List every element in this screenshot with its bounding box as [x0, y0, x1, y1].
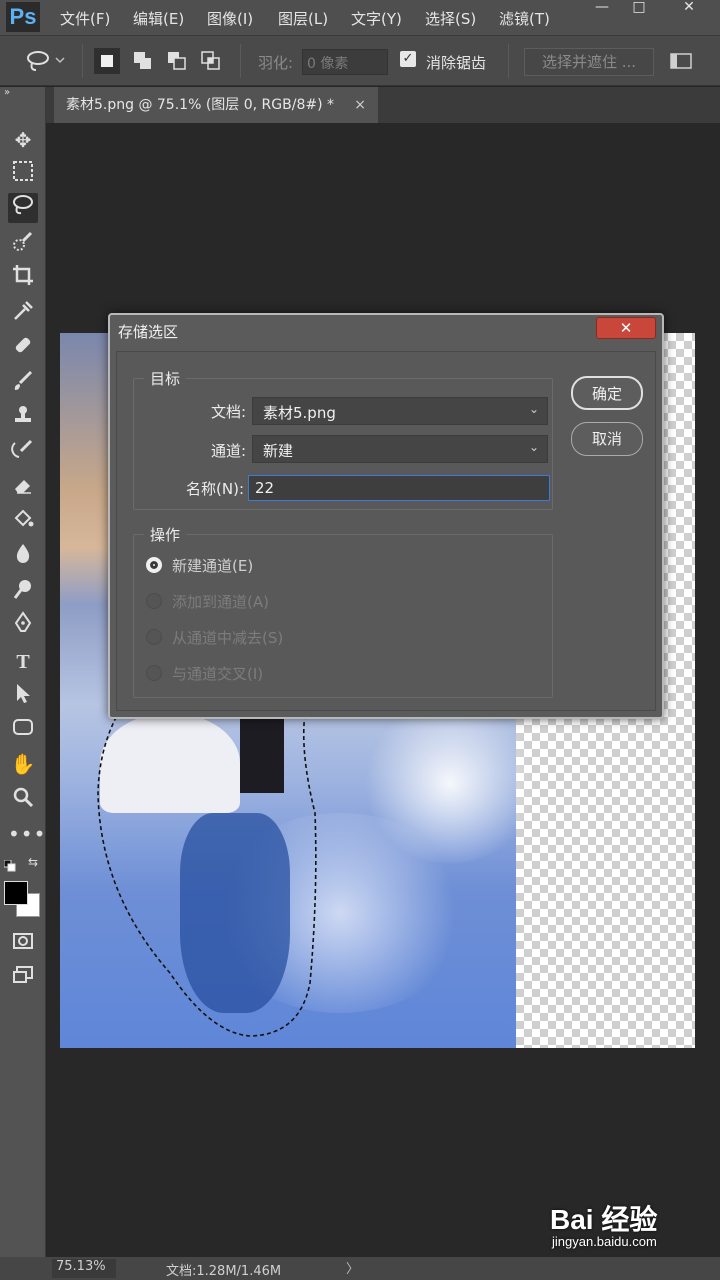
- new-selection-icon[interactable]: [94, 48, 120, 74]
- chevron-down-icon: ⌄: [528, 402, 539, 416]
- menu-select[interactable]: 选择(S): [425, 8, 476, 29]
- photoshop-logo: Ps: [6, 2, 40, 32]
- paint-bucket-tool-icon[interactable]: [8, 507, 38, 537]
- healing-brush-tool-icon[interactable]: [8, 333, 38, 363]
- channel-select[interactable]: 新建 ⌄: [252, 435, 548, 463]
- eyedropper-tool-icon[interactable]: [8, 299, 38, 329]
- channel-name-input[interactable]: 22: [248, 475, 550, 501]
- radio-label: 添加到通道(A): [172, 593, 269, 611]
- screen-mode-icon[interactable]: [8, 963, 38, 993]
- radio-intersect-with-channel[interactable]: 与通道交叉(I): [146, 663, 263, 684]
- brush-tool-icon[interactable]: [8, 369, 38, 399]
- document-size: 文档:1.28M/1.46M: [166, 1264, 282, 1279]
- document-tab-bar: 素材5.png @ 75.1% (图层 0, RGB/8#) * ×: [0, 87, 720, 123]
- radio-icon: [146, 665, 162, 681]
- watermark-logo: Bai 经验: [550, 1204, 658, 1235]
- path-selection-tool-icon[interactable]: [8, 681, 38, 711]
- menu-type[interactable]: 文字(Y): [351, 8, 402, 29]
- add-to-selection-icon[interactable]: [130, 48, 156, 74]
- radio-icon: [146, 629, 162, 645]
- pen-tool-icon[interactable]: [8, 611, 38, 641]
- antialias-label: 消除锯齿: [426, 54, 487, 72]
- radio-icon: [146, 593, 162, 609]
- menu-bar: Ps 文件(F) 编辑(E) 图像(I) 图层(L) 文字(Y) 选择(S) 滤…: [0, 0, 720, 36]
- radio-label: 与通道交叉(I): [172, 665, 264, 683]
- radio-selected-icon: [146, 557, 162, 573]
- swap-colors-icon[interactable]: ⇆: [28, 855, 38, 869]
- radio-subtract-from-channel[interactable]: 从通道中减去(S): [146, 627, 283, 648]
- intersect-selection-icon[interactable]: [198, 48, 224, 74]
- chevron-right-icon[interactable]: 〉: [346, 1258, 359, 1277]
- menu-file[interactable]: 文件(F): [60, 8, 110, 29]
- dodge-tool-icon[interactable]: [8, 577, 38, 607]
- foreground-color-swatch[interactable]: [4, 881, 28, 905]
- zoom-tool-icon[interactable]: [8, 785, 38, 815]
- feather-label: 羽化:: [258, 54, 294, 72]
- close-window-button[interactable]: ✕: [672, 0, 706, 18]
- maximize-button[interactable]: □: [622, 0, 656, 18]
- target-group: 目标 文档: 素材5.png ⌄ 通道: 新建 ⌄ 名称(N): 22: [133, 368, 553, 510]
- name-label: 名称(N):: [186, 480, 244, 498]
- menu-image[interactable]: 图像(I): [207, 8, 253, 29]
- separator: [82, 44, 83, 78]
- dialog-close-button[interactable]: ✕: [596, 317, 656, 339]
- subtract-from-selection-icon[interactable]: [164, 48, 190, 74]
- document-select[interactable]: 素材5.png ⌄: [252, 397, 548, 425]
- rectangle-tool-icon[interactable]: [8, 715, 38, 745]
- close-tab-icon[interactable]: ×: [354, 87, 366, 123]
- channel-label: 通道:: [210, 442, 246, 460]
- document-label: 文档:: [210, 403, 246, 421]
- tools-panel: » ✥ T ✋ ••• ⇆: [0, 87, 46, 1257]
- menu-layer[interactable]: 图层(L): [278, 8, 328, 29]
- clone-stamp-tool-icon[interactable]: [8, 403, 38, 433]
- ok-button[interactable]: 确定: [571, 376, 643, 410]
- save-selection-dialog: 存储选区 ✕ 目标 文档: 素材5.png ⌄ 通道: 新建 ⌄ 名称(N): …: [108, 313, 664, 719]
- radio-label: 从通道中减去(S): [172, 629, 284, 647]
- menu-filter[interactable]: 滤镜(T): [499, 8, 550, 29]
- document-tab[interactable]: 素材5.png @ 75.1% (图层 0, RGB/8#) * ×: [54, 87, 378, 123]
- document-tab-title: 素材5.png @ 75.1% (图层 0, RGB/8#) *: [66, 97, 334, 113]
- baidu-watermark: Bai 经验 jingyan.baidu.com: [550, 1198, 710, 1249]
- eraser-tool-icon[interactable]: [8, 473, 38, 503]
- zoom-level-input[interactable]: 75.13%: [52, 1259, 116, 1278]
- radio-label: 新建通道(E): [172, 557, 254, 575]
- marquee-tool-icon[interactable]: [8, 159, 38, 189]
- quick-mask-icon[interactable]: [8, 929, 38, 959]
- channel-select-value: 新建: [263, 442, 294, 460]
- document-select-value: 素材5.png: [263, 404, 336, 422]
- separator: [240, 44, 241, 78]
- collapse-panel-icon[interactable]: »: [4, 87, 10, 98]
- operation-group: 操作 新建通道(E) 添加到通道(A) 从通道中减去(S) 与通道交叉(I): [133, 524, 553, 698]
- dialog-body: 目标 文档: 素材5.png ⌄ 通道: 新建 ⌄ 名称(N): 22 操作 新…: [116, 351, 656, 711]
- select-and-mask-button[interactable]: 选择并遮住 ...: [524, 48, 654, 76]
- menu-edit[interactable]: 编辑(E): [133, 8, 184, 29]
- default-colors-icon[interactable]: [3, 857, 16, 872]
- chevron-down-icon: ⌄: [528, 440, 539, 454]
- radio-add-to-channel[interactable]: 添加到通道(A): [146, 591, 269, 612]
- status-bar: 75.13% 文档:1.28M/1.46M 〉: [0, 1257, 720, 1280]
- lasso-tool-icon[interactable]: [8, 193, 38, 223]
- panel-toggle-icon[interactable]: [668, 48, 694, 74]
- type-tool-icon[interactable]: T: [8, 647, 38, 677]
- quick-selection-tool-icon[interactable]: [8, 229, 38, 259]
- lasso-preset-icon[interactable]: [26, 48, 65, 74]
- crop-tool-icon[interactable]: [8, 263, 38, 293]
- options-bar: 羽化: 0 像素 ✓ 消除锯齿 选择并遮住 ...: [0, 36, 720, 86]
- hand-tool-icon[interactable]: ✋: [8, 749, 38, 779]
- radio-new-channel[interactable]: 新建通道(E): [146, 555, 253, 576]
- more-tools-icon[interactable]: •••: [8, 819, 45, 849]
- target-group-title: 目标: [144, 368, 187, 389]
- move-tool-icon[interactable]: ✥: [8, 125, 38, 155]
- minimize-button[interactable]: —: [585, 0, 619, 18]
- separator: [508, 44, 509, 78]
- history-brush-tool-icon[interactable]: [8, 437, 38, 467]
- cancel-button[interactable]: 取消: [571, 422, 643, 456]
- feather-input[interactable]: 0 像素: [302, 49, 388, 75]
- blur-tool-icon[interactable]: [8, 541, 38, 571]
- operation-group-title: 操作: [144, 524, 187, 545]
- watermark-url: jingyan.baidu.com: [552, 1234, 657, 1249]
- dialog-title: 存储选区: [118, 323, 179, 341]
- antialias-checkbox[interactable]: ✓: [400, 51, 416, 67]
